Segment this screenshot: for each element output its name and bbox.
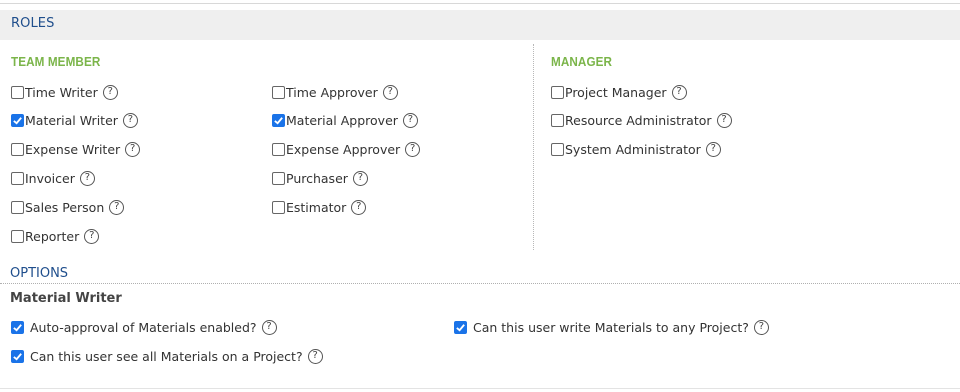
role-label: Estimator: [286, 199, 347, 215]
checkbox[interactable]: [11, 113, 24, 127]
top-border: [0, 3, 960, 4]
role-sales-person[interactable]: Sales Person ?: [11, 197, 125, 217]
role-invoicer[interactable]: Invoicer ?: [11, 168, 95, 188]
role-material-writer[interactable]: Material Writer ?: [11, 110, 138, 130]
role-label: Material Approver: [286, 112, 398, 128]
option-label: Can this user see all Materials on a Pro…: [30, 348, 303, 364]
help-circle-icon[interactable]: ?: [261, 319, 277, 335]
help-circle-icon[interactable]: ?: [307, 348, 323, 364]
role-label: Invoicer: [25, 170, 75, 186]
checkbox[interactable]: [11, 349, 24, 363]
checkbox[interactable]: [11, 229, 24, 243]
help-circle-icon[interactable]: ?: [109, 199, 125, 215]
role-material-approver[interactable]: Material Approver ?: [272, 110, 418, 130]
help-circle-icon[interactable]: ?: [122, 112, 138, 128]
help-circle-icon[interactable]: ?: [382, 84, 398, 100]
team-member-title: TEAM MEMBER: [11, 54, 101, 69]
help-circle-icon[interactable]: ?: [671, 84, 687, 100]
role-time-approver[interactable]: Time Approver ?: [272, 82, 398, 102]
role-expense-approver[interactable]: Expense Approver ?: [272, 139, 421, 159]
checkbox[interactable]: [272, 113, 285, 127]
role-resource-administrator[interactable]: Resource Administrator ?: [551, 110, 732, 130]
role-label: Expense Approver: [286, 141, 401, 157]
checkbox[interactable]: [272, 171, 285, 185]
checkmark-icon: [13, 116, 22, 125]
checkmark-icon: [456, 323, 465, 332]
checkbox[interactable]: [454, 320, 467, 334]
help-circle-icon[interactable]: ?: [102, 84, 118, 100]
role-project-manager[interactable]: Project Manager ?: [551, 82, 687, 102]
help-circle-icon[interactable]: ?: [84, 228, 100, 244]
checkbox[interactable]: [11, 85, 24, 99]
role-label: Project Manager: [565, 84, 667, 100]
role-label: Time Approver: [286, 84, 378, 100]
role-label: System Administrator: [565, 141, 701, 157]
help-circle-icon[interactable]: ?: [79, 170, 95, 186]
role-system-administrator[interactable]: System Administrator ?: [551, 139, 721, 159]
checkbox[interactable]: [551, 113, 564, 127]
help-circle-icon[interactable]: ?: [716, 112, 732, 128]
role-expense-writer[interactable]: Expense Writer ?: [11, 139, 141, 159]
role-estimator[interactable]: Estimator ?: [272, 197, 367, 217]
help-circle-icon[interactable]: ?: [705, 141, 721, 157]
checkmark-icon: [274, 116, 283, 125]
role-purchaser[interactable]: Purchaser ?: [272, 168, 368, 188]
manager-title: MANAGER: [551, 54, 613, 69]
role-label: Expense Writer: [25, 141, 121, 157]
option-auto-approval[interactable]: Auto-approval of Materials enabled? ?: [11, 317, 277, 337]
checkbox[interactable]: [11, 142, 24, 156]
options-divider: [0, 283, 960, 284]
help-circle-icon[interactable]: ?: [753, 319, 769, 335]
checkbox[interactable]: [272, 200, 285, 214]
roles-header-title: ROLES: [11, 16, 55, 31]
material-writer-options-heading: Material Writer: [10, 291, 122, 306]
bottom-border: [0, 388, 960, 389]
help-circle-icon[interactable]: ?: [351, 199, 367, 215]
role-label: Resource Administrator: [565, 112, 712, 128]
role-label: Material Writer: [25, 112, 118, 128]
option-write-any-project[interactable]: Can this user write Materials to any Pro…: [454, 317, 769, 337]
role-label: Reporter: [25, 228, 80, 244]
help-circle-icon[interactable]: ?: [352, 170, 368, 186]
checkbox[interactable]: [551, 85, 564, 99]
role-label: Purchaser: [286, 170, 348, 186]
roles-header-bar: ROLES: [0, 10, 960, 40]
role-time-writer[interactable]: Time Writer ?: [11, 82, 118, 102]
option-label: Can this user write Materials to any Pro…: [473, 319, 749, 335]
checkmark-icon: [13, 323, 22, 332]
checkbox[interactable]: [272, 85, 285, 99]
role-label: Time Writer: [25, 84, 98, 100]
checkbox[interactable]: [551, 142, 564, 156]
section-divider: [533, 44, 534, 250]
help-circle-icon[interactable]: ?: [405, 141, 421, 157]
checkmark-icon: [13, 352, 22, 361]
help-circle-icon[interactable]: ?: [125, 141, 141, 157]
options-title: OPTIONS: [10, 266, 69, 281]
role-reporter[interactable]: Reporter ?: [11, 226, 100, 246]
role-label: Sales Person: [25, 199, 105, 215]
option-label: Auto-approval of Materials enabled?: [30, 319, 257, 335]
help-circle-icon[interactable]: ?: [402, 112, 418, 128]
checkbox[interactable]: [272, 142, 285, 156]
checkbox[interactable]: [11, 200, 24, 214]
checkbox[interactable]: [11, 171, 24, 185]
option-see-all-materials[interactable]: Can this user see all Materials on a Pro…: [11, 346, 323, 366]
checkbox[interactable]: [11, 320, 24, 334]
